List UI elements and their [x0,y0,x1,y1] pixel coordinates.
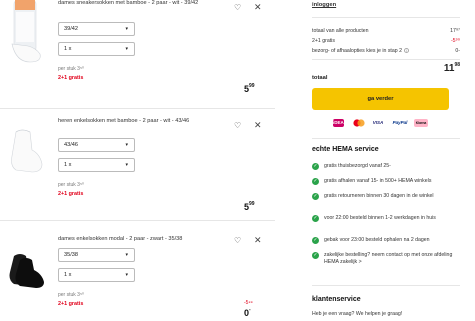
chevron-down-icon: ▾ [125,252,128,258]
summary-row-value: 17⁹⁷ [450,28,460,34]
quantity-select[interactable]: 1 x ▾ [58,268,135,282]
size-select-value: 35/38 [64,252,78,258]
item-divider [0,220,275,221]
summary-row-shipping: bezorg- of afhaalopties kies je in stap … [312,48,460,54]
size-select-value: 39/42 [64,26,78,32]
check-icon: ✓ [312,215,319,222]
ideal-logo: iDEAL [333,119,347,127]
chevron-down-icon: ▾ [125,142,128,148]
info-icon[interactable]: i [403,48,409,53]
close-icon[interactable]: ✕ [254,235,262,246]
product-image[interactable] [6,250,46,290]
cart-item: heren enkelsokken met bamboe - 2 paar - … [0,118,275,218]
total-amount-main: 11 [443,63,455,74]
total-amount-cents: 98 [454,62,460,68]
service-item: ✓ voor 22:00 besteld binnen 1-2 werkdagen… [312,215,460,222]
chevron-down-icon: ▾ [125,272,128,278]
check-icon: ✓ [312,193,319,200]
paypal-logo: PayPal [392,120,408,125]
heart-icon[interactable]: ♡ [234,3,241,12]
summary-divider [312,17,460,18]
service-item-text: gratis thuisbezorgd vanaf 25- [324,163,391,169]
heart-icon[interactable]: ♡ [234,236,241,245]
item-price-cents: - [249,307,251,313]
continue-button[interactable]: ga verder [312,88,449,110]
check-icon: ✓ [312,178,319,185]
item-price: 599 [244,201,255,212]
close-icon[interactable]: ✕ [254,120,262,131]
unit-price: per stuk 3⁵⁰ [58,182,85,188]
size-select[interactable]: 43/46 ▾ [58,138,135,152]
customer-service-title: klantenservice [312,296,361,303]
cart-item: dames sneakersokken met bamboe - 2 paar … [0,0,275,108]
item-discount: -5⁹⁹ [244,300,253,306]
product-image[interactable] [6,0,46,64]
service-item: ✓ gratis afhalen vanaf 15- in 500+ HEMA w… [312,178,460,185]
size-select-value: 43/46 [64,142,78,148]
unit-price: per stuk 3⁵⁰ [58,292,85,298]
total-amount: 1198 [443,62,460,74]
summary-row-label: bezorg- of afhaalopties kies je in stap … [312,48,402,54]
promo-label: 2+1 gratis [58,191,84,197]
product-title[interactable]: heren enkelsokken met bamboe - 2 paar - … [58,118,218,125]
quantity-select[interactable]: 1 x ▾ [58,158,135,172]
visa-logo: VISA [372,120,384,125]
chevron-down-icon: ▾ [125,46,128,52]
unit-price: per stuk 3⁵⁰ [58,66,85,72]
cart-items-panel: dames sneakersokken met bamboe - 2 paar … [0,0,275,321]
summary-row-value: -5⁹⁹ [450,38,460,44]
product-title[interactable]: dames sneakersokken met bamboe - 2 paar … [58,0,218,7]
summary-divider [312,59,460,60]
size-select[interactable]: 35/38 ▾ [58,248,135,262]
service-item: ✓ gebak voor 23:00 besteld ophalen na 2 d… [312,237,460,244]
size-select[interactable]: 39/42 ▾ [58,22,135,36]
product-image[interactable] [6,126,46,182]
heart-icon[interactable]: ♡ [234,121,241,130]
summary-row-value: 0- [455,48,460,54]
order-summary-panel: inloggen totaal van alle producten 17⁹⁷ … [300,0,475,321]
mastercard-logo [353,119,365,127]
promo-label: 2+1 gratis [58,75,84,81]
summary-divider [312,285,460,286]
check-icon: ✓ [312,252,319,259]
close-icon[interactable]: ✕ [254,2,262,13]
service-item-text: voor 22:00 besteld binnen 1-2 werkdagen … [324,215,436,221]
service-item[interactable]: ✓ zakelijke bestelling? neem contact op m… [312,252,460,267]
customer-service-text: Heb je een vraag? We helpen je graag! [312,311,403,317]
chevron-down-icon: ▾ [125,26,128,32]
service-item-text: zakelijke bestelling? neem contact op me… [324,252,453,266]
quantity-select-value: 1 x [64,272,72,278]
item-price-cents: 99 [249,83,255,89]
item-price: 0- [244,307,251,318]
summary-row-label: 2+1 gratis [312,38,335,44]
cart-item: dames enkelsokken modal - 2 paar - zwart… [0,235,275,321]
service-item-text: gebak voor 23:00 besteld ophalen na 2 da… [324,237,430,243]
summary-row-discount: 2+1 gratis -5⁹⁹ [312,38,460,44]
check-icon: ✓ [312,237,319,244]
login-link[interactable]: inloggen [312,2,336,8]
summary-total: totaal 1198 [312,62,460,84]
quantity-select-value: 1 x [64,162,72,168]
service-item-text: gratis afhalen vanaf 15- in 500+ HEMA wi… [324,178,432,184]
chevron-down-icon: ▾ [125,162,128,168]
check-icon: ✓ [312,163,319,170]
summary-divider [312,138,460,139]
product-title[interactable]: dames enkelsokken modal - 2 paar - zwart… [58,236,218,243]
klarna-logo: Klarna [414,119,428,127]
summary-row-label: totaal van alle producten [312,28,369,34]
total-label: totaal [312,75,328,81]
service-item: ✓ gratis retourneren binnen 30 dagen in d… [312,193,460,200]
service-title: echte HEMA service [312,146,379,153]
item-price: 599 [244,83,255,94]
quantity-select[interactable]: 1 x ▾ [58,42,135,56]
service-item-text: gratis retourneren binnen 30 dagen in de… [324,193,434,199]
service-item: ✓ gratis thuisbezorgd vanaf 25- [312,163,460,170]
item-divider [0,108,275,109]
summary-row-subtotal: totaal van alle producten 17⁹⁷ [312,28,460,34]
quantity-select-value: 1 x [64,46,72,52]
promo-label: 2+1 gratis [58,301,84,307]
item-price-cents: 99 [249,201,255,207]
